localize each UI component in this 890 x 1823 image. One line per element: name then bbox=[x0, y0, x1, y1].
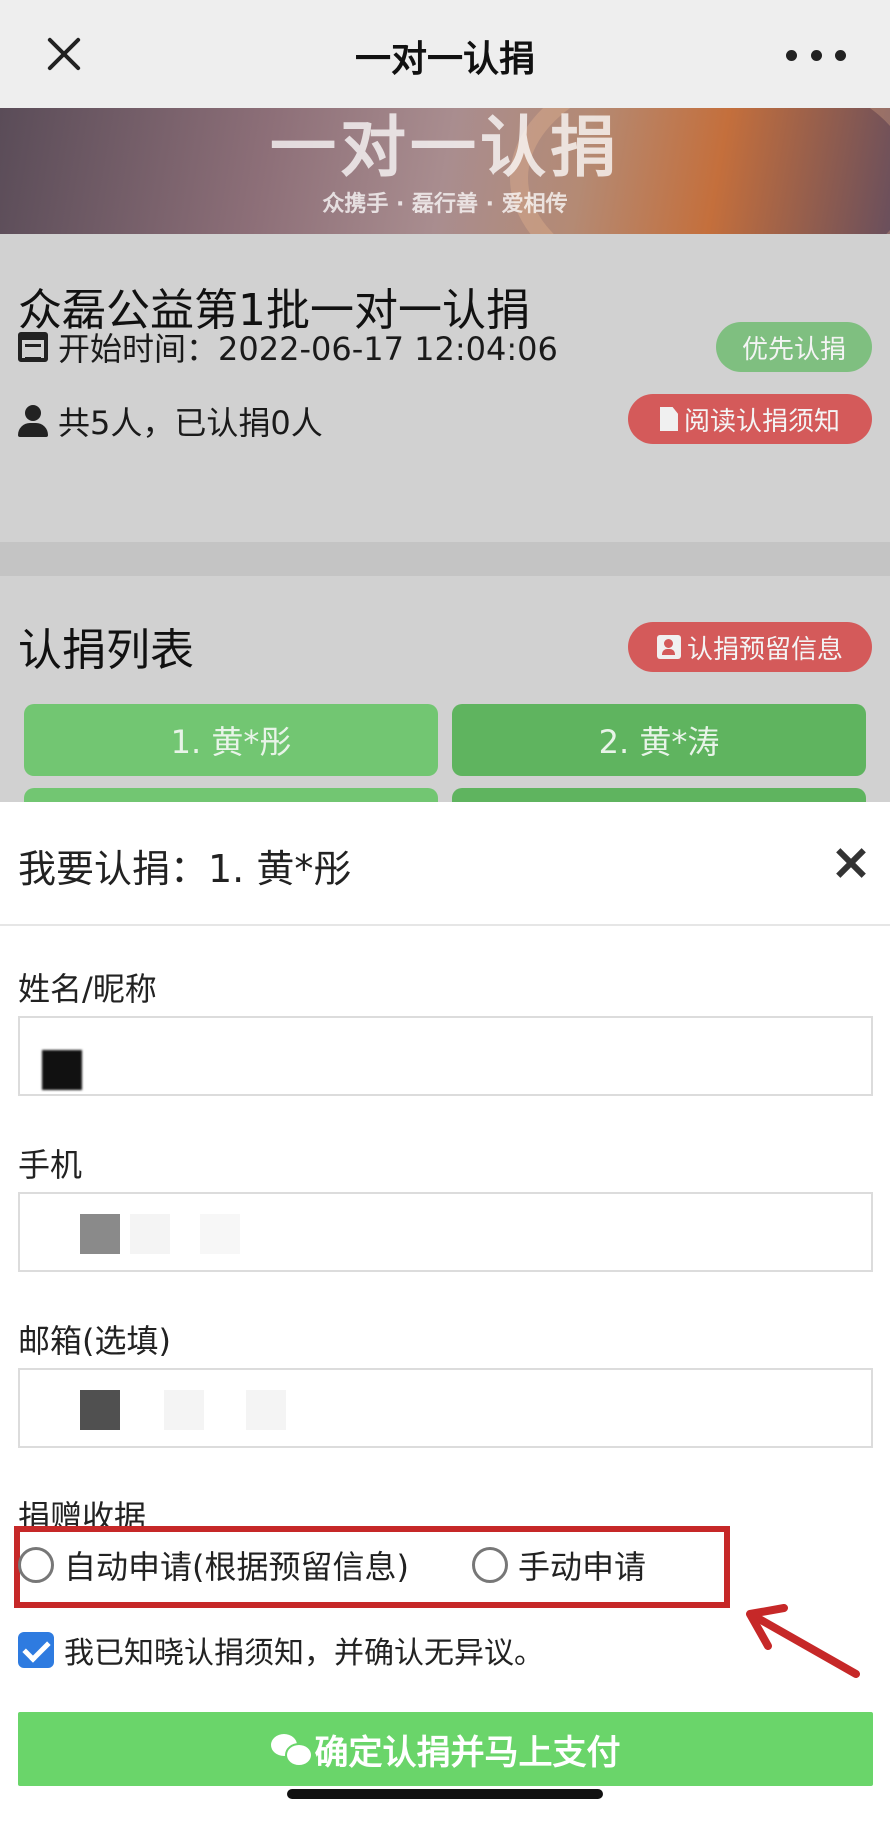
redacted-value bbox=[42, 1050, 82, 1090]
donation-count: 共5人，已认捐0人 bbox=[58, 404, 323, 442]
document-icon bbox=[659, 407, 678, 431]
wechat-icon bbox=[270, 1734, 313, 1767]
radio-circle[interactable] bbox=[472, 1547, 508, 1583]
priority-badge[interactable]: 优先认捐 bbox=[716, 322, 872, 372]
info-card: 众磊公益第1批一对一认捐 开始时间：2022-06-17 12:04:06 优先… bbox=[0, 234, 890, 542]
list-title: 认捐列表 bbox=[18, 625, 194, 676]
redacted-value bbox=[80, 1214, 120, 1254]
calendar-icon bbox=[18, 332, 48, 362]
donee-item-2[interactable]: 2. 黄*涛 bbox=[452, 704, 866, 776]
radio-circle[interactable] bbox=[18, 1547, 54, 1583]
donee-item-4[interactable] bbox=[452, 788, 866, 802]
modal-title: 我要认捐：1. 黄*彤 bbox=[18, 847, 352, 891]
pay-button-label: 确定认捐并马上支付 bbox=[314, 1732, 621, 1773]
priority-label: 优先认捐 bbox=[741, 334, 846, 365]
reserved-info-label: 认捐预留信息 bbox=[686, 634, 843, 665]
agree-checkbox[interactable] bbox=[18, 1632, 54, 1668]
more-icon[interactable] bbox=[786, 50, 846, 62]
read-notice-button[interactable]: 阅读认捐须知 bbox=[628, 394, 872, 444]
page-title: 一对一认捐 bbox=[354, 39, 535, 80]
donee-item-1[interactable]: 1. 黄*彤 bbox=[24, 704, 438, 776]
email-label: 邮箱(选填) bbox=[18, 1322, 171, 1360]
section-divider bbox=[0, 542, 890, 576]
banner-subtitle: 众携手 · 磊行善 · 爱相传 bbox=[322, 192, 568, 217]
receipt-option-manual[interactable]: 手动申请 bbox=[472, 1542, 646, 1588]
confirm-pay-button[interactable]: 确定认捐并马上支付 bbox=[18, 1712, 873, 1786]
read-notice-label: 阅读认捐须知 bbox=[683, 406, 840, 437]
phone-label: 手机 bbox=[18, 1146, 83, 1184]
banner-title: 一对一认捐 bbox=[270, 108, 620, 186]
count-row: 共5人，已认捐0人 bbox=[18, 398, 323, 444]
phone-input[interactable] bbox=[18, 1192, 873, 1272]
agree-text: 我已知晓认捐须知，并确认无异议。 bbox=[64, 1636, 544, 1671]
agree-row[interactable]: 我已知晓认捐须知，并确认无异议。 bbox=[18, 1628, 544, 1672]
close-icon[interactable] bbox=[836, 848, 866, 878]
banner: 一对一认捐 众携手 · 磊行善 · 爱相传 bbox=[0, 108, 890, 234]
person-icon bbox=[18, 405, 48, 437]
donee-list-section: 认捐列表 认捐预留信息 1. 黄*彤 2. 黄*涛 bbox=[0, 576, 890, 802]
donee-item-3[interactable] bbox=[24, 788, 438, 802]
home-indicator bbox=[287, 1789, 603, 1799]
modal-header: 我要认捐：1. 黄*彤 bbox=[0, 802, 890, 926]
redacted-value bbox=[80, 1390, 120, 1430]
contact-card-icon bbox=[656, 635, 681, 659]
annotation-arrow-icon bbox=[746, 1604, 860, 1678]
receipt-option-auto[interactable]: 自动申请(根据预留信息) bbox=[18, 1542, 409, 1588]
name-label: 姓名/昵称 bbox=[18, 970, 157, 1008]
start-time: 开始时间：2022-06-17 12:04:06 bbox=[58, 330, 558, 368]
email-input[interactable] bbox=[18, 1368, 873, 1448]
name-input[interactable] bbox=[18, 1016, 873, 1096]
start-time-row: 开始时间：2022-06-17 12:04:06 bbox=[18, 324, 558, 370]
donate-modal: 我要认捐：1. 黄*彤 姓名/昵称 手机 邮箱(选填) 捐赠收据 自动申请(根据… bbox=[0, 802, 890, 1823]
reserved-info-button[interactable]: 认捐预留信息 bbox=[628, 622, 872, 672]
nav-bar: 一对一认捐 bbox=[0, 0, 890, 108]
